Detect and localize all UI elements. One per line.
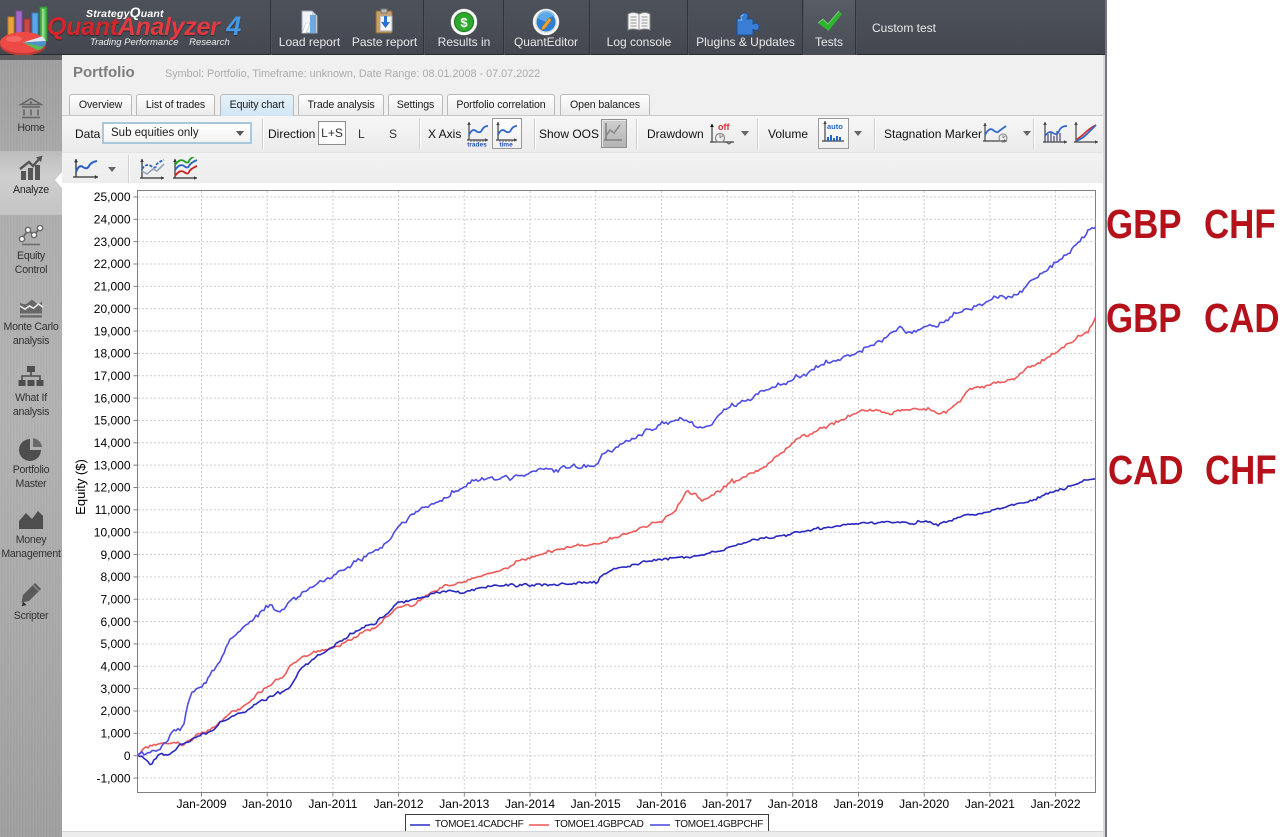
svg-text:Jan-2021: Jan-2021 [965,797,1015,811]
svg-text:16,000: 16,000 [94,391,131,405]
svg-text:-1,000: -1,000 [96,771,130,785]
svg-text:Jan-2015: Jan-2015 [571,797,621,811]
svg-text:14,000: 14,000 [94,436,131,450]
svg-text:21,000: 21,000 [94,280,131,294]
svg-text:0: 0 [124,749,131,763]
svg-text:time: time [499,142,513,148]
svg-text:17,000: 17,000 [94,369,131,383]
svg-text:6,000: 6,000 [100,615,130,629]
svg-text:Jan-2011: Jan-2011 [308,797,357,811]
svg-text:Jan-2018: Jan-2018 [768,797,818,811]
svg-text:18,000: 18,000 [94,347,131,361]
svg-text:3,000: 3,000 [100,682,130,696]
svg-text:$: $ [460,15,468,30]
svg-text:2,000: 2,000 [100,704,130,718]
svg-text:Jan-2009: Jan-2009 [176,797,226,811]
svg-text:1,000: 1,000 [100,727,130,741]
svg-text:auto: auto [827,122,843,131]
svg-text:9,000: 9,000 [100,548,130,562]
svg-text:Jan-2012: Jan-2012 [374,797,424,811]
svg-text:Equity ($): Equity ($) [73,459,88,515]
svg-text:12,000: 12,000 [94,481,131,495]
svg-text:Jan-2020: Jan-2020 [899,797,949,811]
svg-text:Jan-2022: Jan-2022 [1031,797,1081,811]
svg-text:Jan-2016: Jan-2016 [636,797,686,811]
svg-text:8,000: 8,000 [100,570,130,584]
svg-text:20,000: 20,000 [94,302,131,316]
svg-text:23,000: 23,000 [94,235,131,249]
svg-text:24,000: 24,000 [94,213,131,227]
svg-text:13,000: 13,000 [94,458,131,472]
svg-text:25,000: 25,000 [94,190,131,204]
svg-text:19,000: 19,000 [94,324,131,338]
svg-text:off: off [718,122,730,132]
svg-text:10,000: 10,000 [94,525,131,539]
svg-text:Jan-2010: Jan-2010 [242,797,292,811]
svg-text:7,000: 7,000 [100,592,130,606]
svg-text:Jan-2017: Jan-2017 [702,797,752,811]
svg-text:trades: trades [467,142,487,148]
svg-text:22,000: 22,000 [94,257,131,271]
svg-text:4,000: 4,000 [100,660,130,674]
svg-text:15,000: 15,000 [94,414,131,428]
svg-text:5,000: 5,000 [100,637,130,651]
svg-text:Jan-2019: Jan-2019 [833,797,883,811]
svg-text:Jan-2014: Jan-2014 [505,797,555,811]
svg-text:11,000: 11,000 [95,503,131,517]
svg-text:Jan-2013: Jan-2013 [439,797,489,811]
